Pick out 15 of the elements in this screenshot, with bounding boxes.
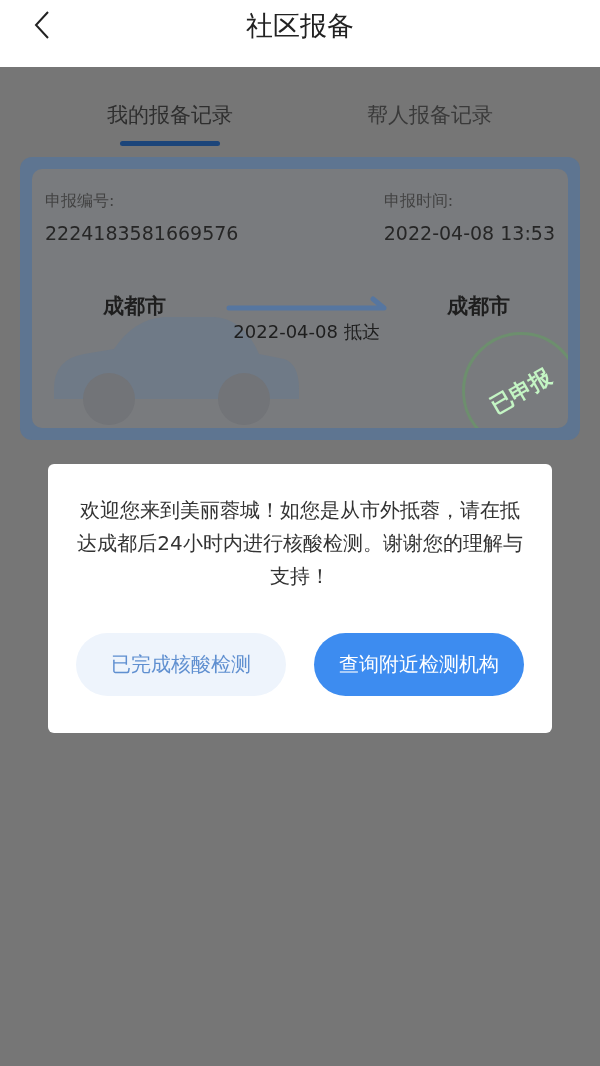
arrival-date: 2022-04-08 抵达 <box>233 320 380 344</box>
record-number: 2224183581669576 <box>45 222 239 244</box>
tab[interactable]: 帮人报备记录 <box>340 67 520 157</box>
dialog-message: 欢迎您来到美丽蓉城！如您是从市外抵蓉，请在抵达成都后24小时内进行核酸检测。谢谢您的理解与支持！ <box>76 497 524 590</box>
back-icon[interactable] <box>34 10 50 40</box>
record-time: 2022-04-08 13:53 <box>383 222 555 244</box>
field-label: 申报时间: <box>383 191 455 212</box>
dialog-button[interactable]: 查询附近检测机构 <box>314 633 524 696</box>
page-title: 社区报备 <box>246 8 354 43</box>
stamp-text: 已申报 <box>484 362 557 420</box>
tab[interactable]: 我的报备记录 <box>80 67 260 157</box>
field-label: 申报编号: <box>45 191 116 212</box>
origin-city: 成都市 <box>103 293 166 320</box>
dialog-button[interactable]: 已完成核酸检测 <box>76 633 286 696</box>
destination-city: 成都市 <box>447 293 510 320</box>
